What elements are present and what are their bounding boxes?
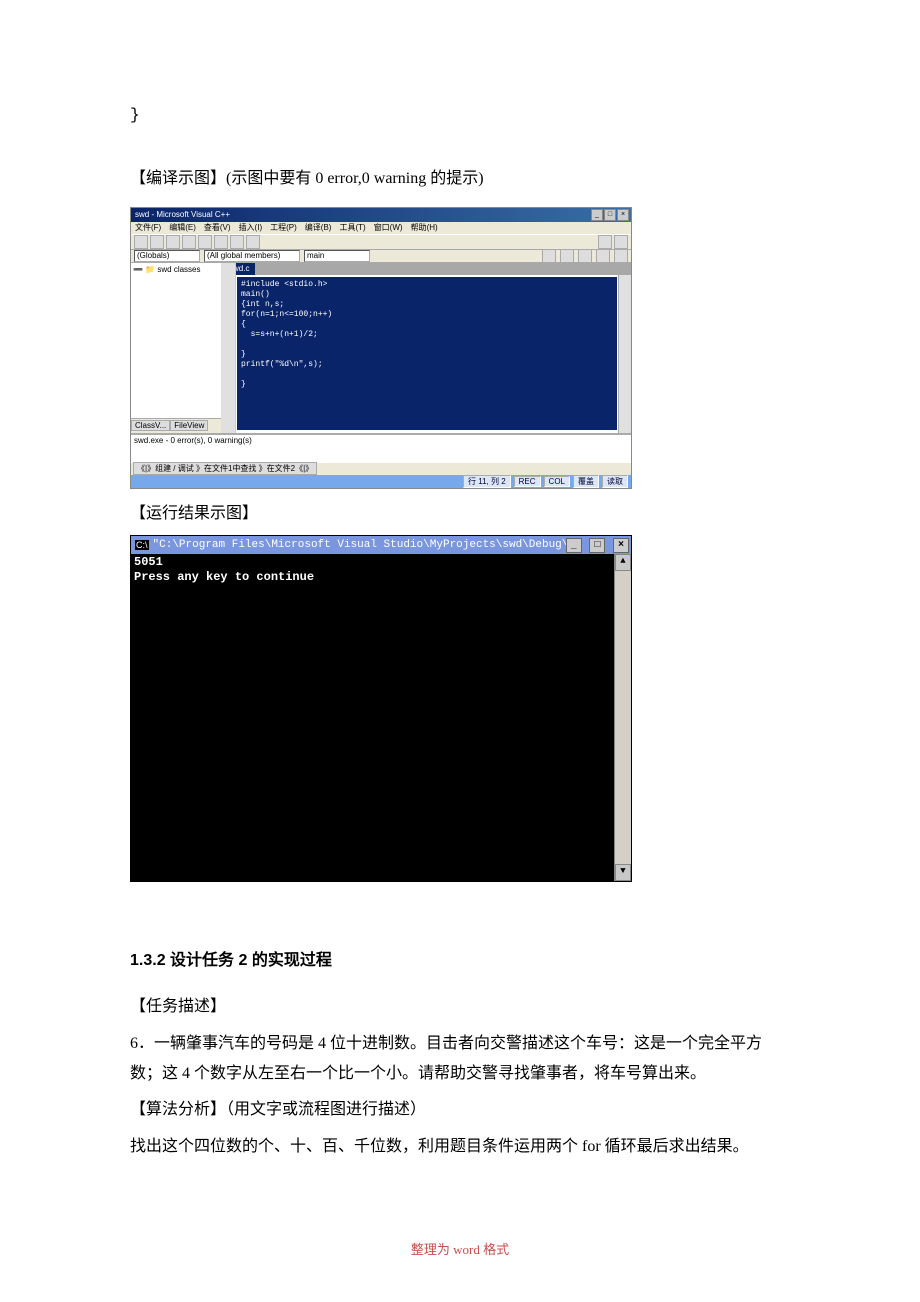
ide-gutter: [221, 263, 236, 433]
toolbar-btn-icon: [246, 235, 260, 249]
menu-item: 编译(B): [305, 222, 332, 233]
menu-item: 帮助(H): [411, 222, 438, 233]
menu-item: 编辑(E): [169, 222, 196, 233]
scroll-down-icon: ▼: [615, 864, 631, 881]
sidebar-tab: ClassV...: [131, 420, 170, 431]
toolbar-btn-icon: [198, 235, 212, 249]
toolbar-btn-icon: [150, 235, 164, 249]
ide-title: swd - Microsoft Visual C++: [135, 210, 230, 219]
status-cell: 覆盖: [573, 475, 599, 488]
func-dropdown: main: [304, 250, 370, 262]
close-icon: ×: [617, 209, 629, 221]
console-line-2: Press any key to continue: [134, 570, 314, 584]
sidebar-tab: FileView: [170, 420, 208, 431]
toolbar-btn-icon: [598, 235, 612, 249]
menu-item: 插入(I): [239, 222, 263, 233]
toolbar-btn-icon: [614, 249, 628, 263]
menu-item: 工具(T): [339, 222, 365, 233]
tree-item: ➖ 📁 swd classes: [133, 265, 223, 274]
ide-sidebar: ➖ 📁 swd classes: [131, 263, 226, 418]
ide-menubar: 文件(F) 编辑(E) 查看(V) 插入(I) 工程(P) 编译(B) 工具(T…: [131, 222, 631, 234]
console-output: 5051 Press any key to continue: [131, 554, 614, 881]
toolbar-btn-icon: [542, 249, 556, 263]
task-body: 6．一辆肇事汽车的号码是 4 位十进制数。目击者向交警描述这个车号：这是一个完全…: [130, 1029, 790, 1090]
members-dropdown: (All global members): [204, 250, 300, 262]
toolbar-btn-icon: [166, 235, 180, 249]
closing-brace: }: [130, 100, 790, 130]
menu-item: 窗口(W): [374, 222, 403, 233]
maximize-icon: □: [604, 209, 616, 221]
section-heading: 1.3.2 设计任务 2 的实现过程: [130, 946, 790, 970]
globals-dropdown: (Globals): [134, 250, 200, 262]
output-tabs: 《|》组建 / 调试 》在文件1中查找 》在文件2《|》: [131, 463, 631, 475]
compile-caption: 【编译示图】(示图中要有 0 error,0 warning 的提示): [130, 164, 790, 194]
cmd-icon: C:\: [135, 540, 149, 550]
ide-tabstrip: swd.c: [221, 263, 631, 275]
toolbar-btn-icon: [230, 235, 244, 249]
ide-editor: swd.c #include <stdio.h> main() {int n,s…: [221, 263, 631, 433]
maximize-icon: □: [589, 538, 605, 553]
status-cursor-pos: 行 11, 列 2: [463, 475, 511, 488]
run-caption: 【运行结果示图】: [130, 499, 790, 529]
sidebar-item-label: swd classes: [157, 265, 200, 274]
toolbar-btn-icon: [214, 235, 228, 249]
ide-class-bar: (Globals) (All global members) main: [131, 250, 631, 263]
minimize-icon: _: [591, 209, 603, 221]
minimize-icon: _: [566, 538, 582, 553]
page-footer: 整理为 word 格式: [0, 1239, 920, 1258]
ide-code: #include <stdio.h> main() {int n,s; for(…: [237, 277, 617, 430]
ide-screenshot: swd - Microsoft Visual C++ _ □ × 文件(F) 编…: [130, 207, 632, 489]
menu-item: 工程(P): [270, 222, 297, 233]
ide-titlebar: swd - Microsoft Visual C++ _ □ ×: [131, 208, 631, 222]
console-screenshot: C:\ "C:\Program Files\Microsoft Visual S…: [130, 535, 632, 882]
task-label: 【任务描述】: [130, 992, 790, 1022]
toolbar-btn-icon: [182, 235, 196, 249]
status-cell: 读取: [602, 475, 628, 488]
ide-statusbar: 行 11, 列 2 REC COL 覆盖 读取: [131, 475, 631, 488]
status-cell: REC: [514, 476, 541, 487]
scroll-up-icon: ▲: [615, 554, 631, 571]
algo-label: 【算法分析】（用文字或流程图进行描述）: [130, 1095, 790, 1125]
toolbar-btn-icon: [134, 235, 148, 249]
ide-output: swd.exe - 0 error(s), 0 warning(s) 《|》组建…: [131, 433, 631, 475]
menu-item: 查看(V): [204, 222, 231, 233]
close-icon: ×: [613, 538, 629, 553]
status-cell: COL: [544, 476, 570, 487]
menu-item: 文件(F): [135, 222, 161, 233]
algo-body: 找出这个四位数的个、十、百、千位数，利用题目条件运用两个 for 循环最后求出结…: [130, 1132, 790, 1162]
toolbar-btn-icon: [560, 249, 574, 263]
scrollbar-icon: [618, 275, 631, 433]
output-text: swd.exe - 0 error(s), 0 warning(s): [131, 435, 631, 463]
console-title-text: "C:\Program Files\Microsoft Visual Studi…: [153, 539, 566, 551]
scrollbar-icon: ▲ ▼: [614, 554, 631, 881]
ide-toolbar: [131, 234, 631, 250]
sidebar-tabs: ClassV... FileView: [131, 418, 221, 433]
toolbar-btn-icon: [596, 249, 610, 263]
toolbar-btn-icon: [614, 235, 628, 249]
toolbar-btn-icon: [578, 249, 592, 263]
console-line-1: 5051: [134, 555, 163, 569]
console-titlebar: C:\ "C:\Program Files\Microsoft Visual S…: [131, 536, 631, 554]
output-tab: 《|》组建 / 调试 》在文件1中查找 》在文件2《|》: [133, 462, 317, 475]
